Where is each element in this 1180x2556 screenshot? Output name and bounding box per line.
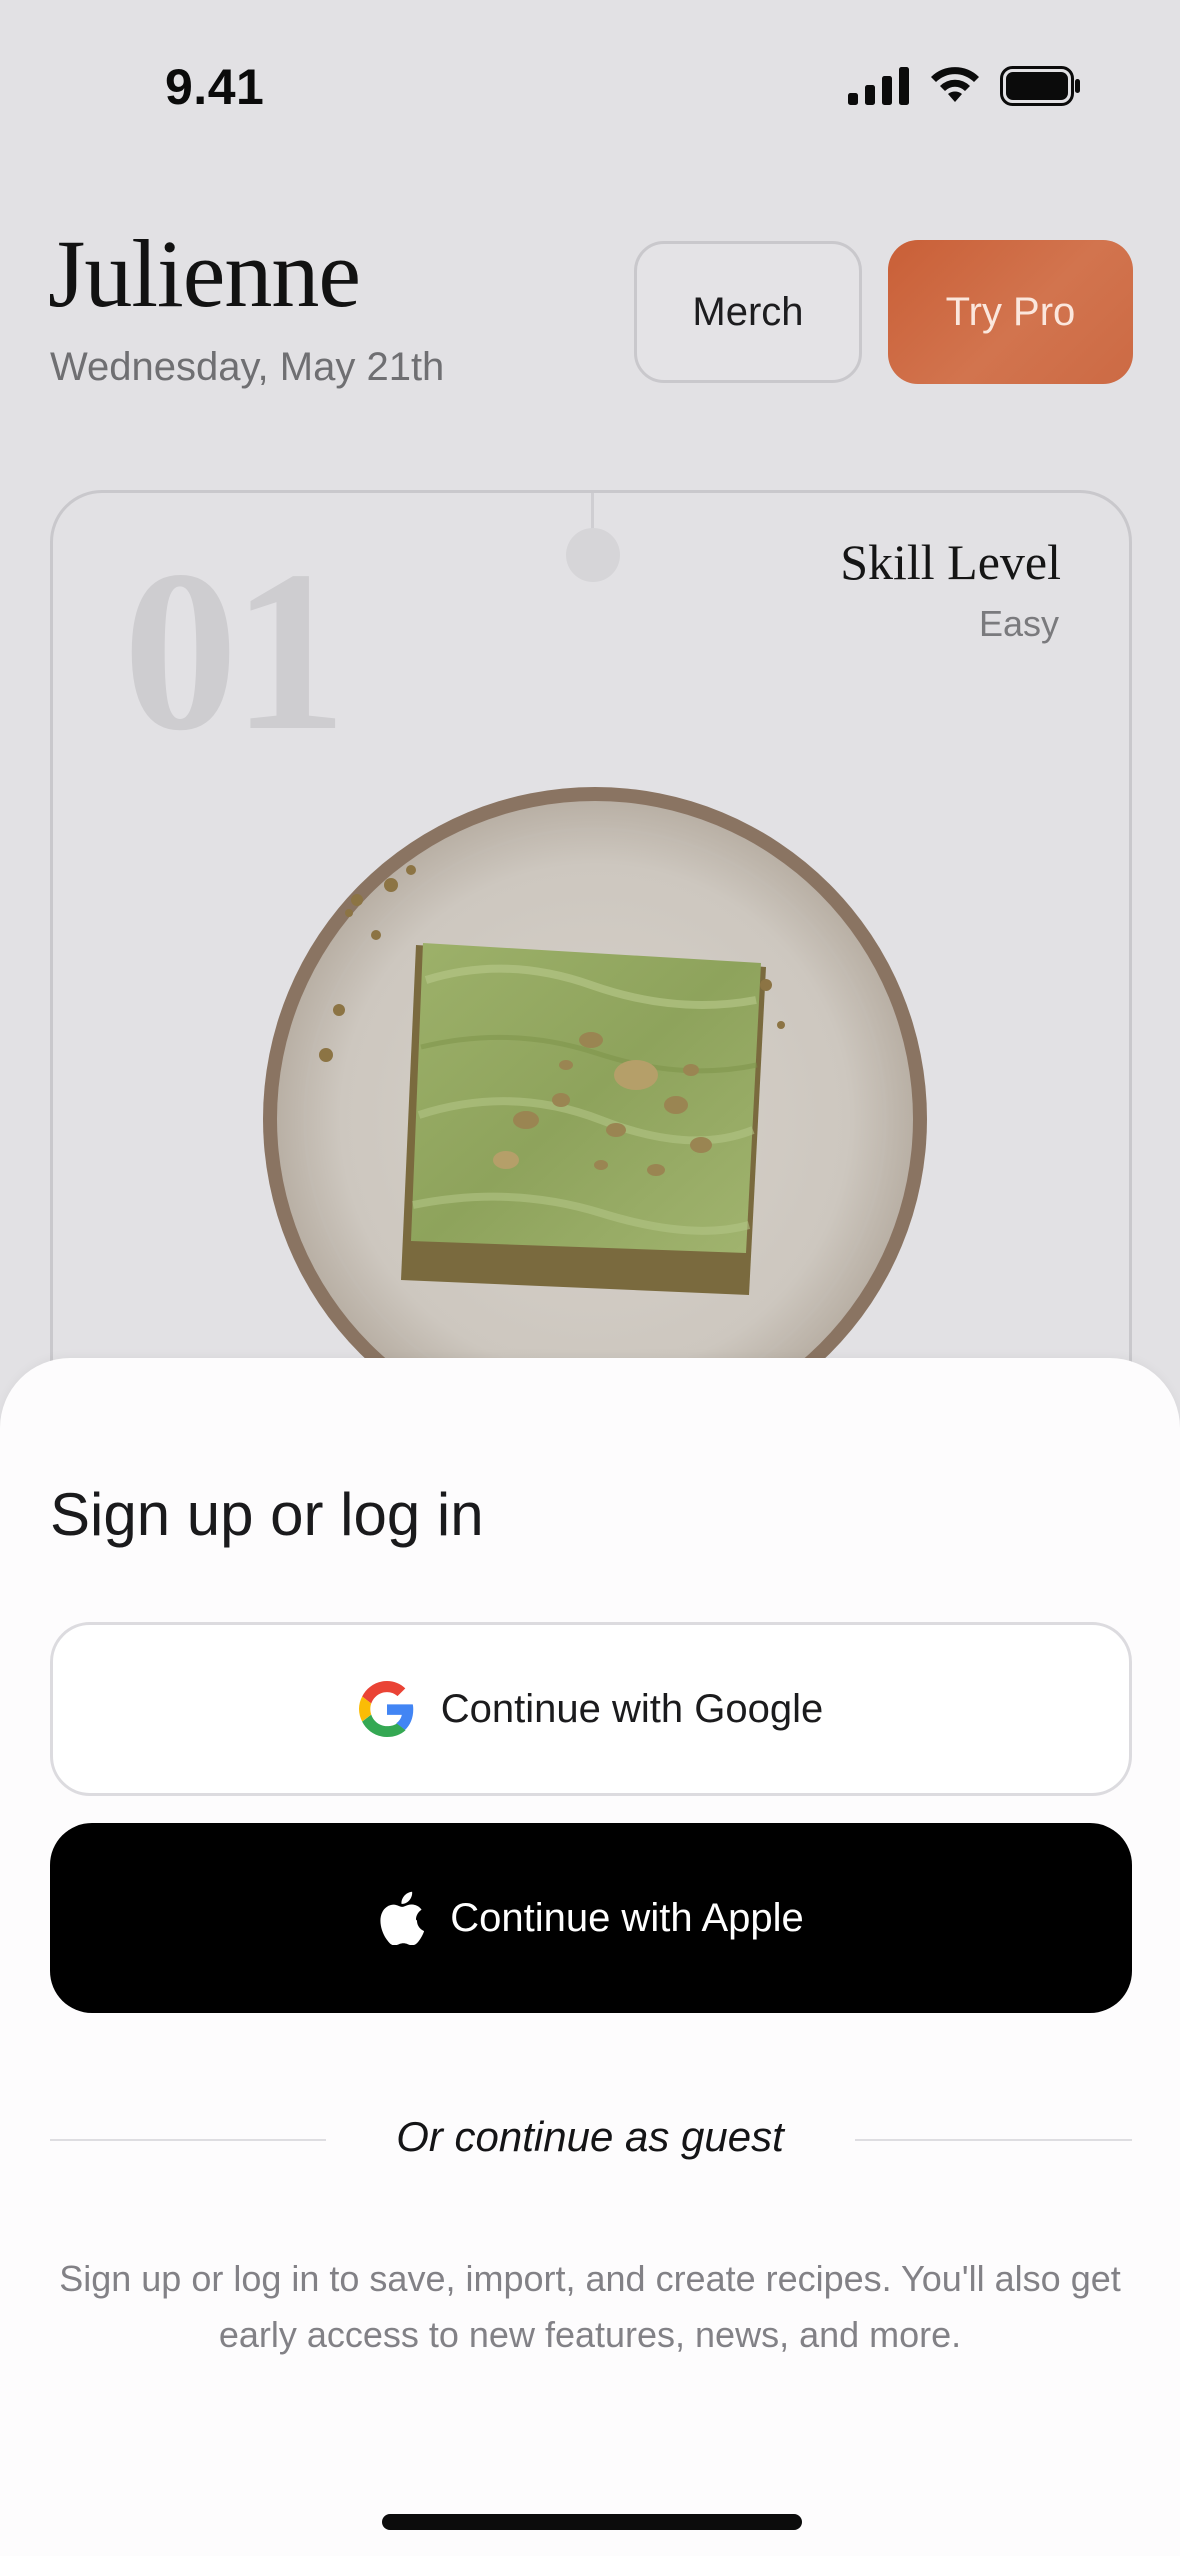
wifi-icon xyxy=(931,67,979,102)
recipe-number: 01 xyxy=(123,523,347,778)
status-time: 9.41 xyxy=(165,59,265,115)
apple-button-label: Continue with Apple xyxy=(450,1895,804,1940)
cellular-signal-icon xyxy=(848,67,909,105)
sheet-title: Sign up or log in xyxy=(50,1481,484,1548)
google-icon xyxy=(358,1681,414,1737)
continue-with-google-button[interactable]: Continue with Google xyxy=(50,1622,1132,1796)
current-date: Wednesday, May 21th xyxy=(50,345,445,389)
auth-sheet: Sign up or log in Continue with Google C… xyxy=(0,1358,1180,2556)
divider-right xyxy=(855,2139,1132,2141)
skill-level-value: Easy xyxy=(978,603,1059,644)
app-title: Julienne xyxy=(48,220,361,327)
apple-icon xyxy=(380,1891,425,1945)
home-indicator[interactable] xyxy=(382,2514,802,2530)
continue-with-apple-button[interactable]: Continue with Apple xyxy=(50,1823,1132,2013)
status-icons xyxy=(848,66,1082,106)
continue-as-guest-link[interactable]: Or continue as guest xyxy=(0,2113,1180,2161)
skill-level-label: Skill Level xyxy=(840,534,1061,590)
try-pro-button[interactable]: Try Pro xyxy=(888,240,1133,384)
screen: 9.41 Julienne Wednesday, May 21th Merch … xyxy=(0,0,1180,2556)
card-hook xyxy=(566,528,620,582)
google-button-label: Continue with Google xyxy=(440,1686,824,1731)
sign-up-info-text: Sign up or log in to save, import, and c… xyxy=(59,2258,1121,2355)
battery-icon xyxy=(1000,66,1080,106)
recipe-image xyxy=(261,785,929,1453)
merch-button[interactable]: Merch xyxy=(634,241,862,383)
